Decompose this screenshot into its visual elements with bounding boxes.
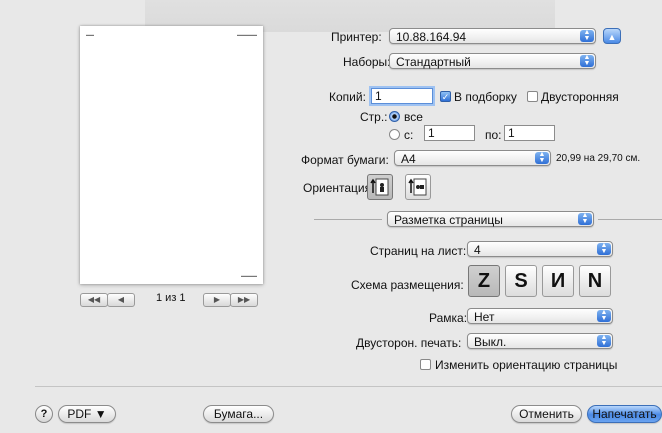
flip-orientation-label: Изменить ориентацию страницы: [435, 358, 618, 372]
layout-reverse-n-icon[interactable]: И: [542, 265, 574, 297]
popup-arrows-icon: ▲ ▼: [578, 212, 592, 225]
pages-to-field[interactable]: 1: [504, 125, 555, 141]
paper-size-value: A4: [401, 152, 416, 166]
presets-value: Стандартный: [396, 55, 471, 69]
page-preview: ▬▬ ▬▬▬▬▬ ▬▬▬▬: [80, 26, 263, 284]
help-button[interactable]: ?: [35, 405, 53, 423]
copies-field[interactable]: 1: [371, 88, 433, 104]
pages-label: Стр.:: [360, 110, 388, 124]
layout-direction-label: Схема размещения:: [351, 278, 464, 292]
collate-checkbox[interactable]: ✓: [440, 91, 451, 102]
duplex-checkbox[interactable]: [527, 91, 538, 102]
pages-per-sheet-label: Страниц на лист:: [370, 244, 467, 258]
presets-popup[interactable]: Стандартный ▲ ▼: [389, 53, 596, 69]
previous-page-button[interactable]: ◀: [107, 293, 135, 307]
paper-size-popup[interactable]: A4 ▲ ▼: [394, 150, 551, 166]
two-sided-popup[interactable]: Выкл. ▲ ▼: [467, 333, 613, 349]
footer-divider: [35, 386, 662, 387]
orientation-label: Ориентация:: [303, 181, 375, 195]
page-indicator: 1 из 1: [156, 292, 186, 304]
section-popup[interactable]: Разметка страницы ▲ ▼: [387, 211, 594, 227]
presets-label: Наборы:: [343, 55, 391, 69]
copies-label: Копий:: [329, 90, 366, 104]
border-label: Рамка:: [429, 311, 468, 325]
section-divider-left: [314, 219, 382, 220]
collate-label: В подборку: [454, 90, 517, 104]
preview-header-left: ▬▬: [86, 32, 94, 37]
paper-size-label: Формат бумаги:: [301, 153, 389, 167]
section-value: Разметка страницы: [394, 213, 503, 227]
disclosure-triangle-icon[interactable]: ▲: [603, 28, 621, 44]
border-value: Нет: [474, 310, 495, 324]
preview-header-right: ▬▬▬▬▬: [237, 32, 257, 37]
print-button[interactable]: Напечатать: [587, 405, 662, 423]
pages-per-sheet-popup[interactable]: 4 ▲ ▼: [467, 241, 613, 257]
pages-from-field[interactable]: 1: [424, 125, 475, 141]
last-page-button[interactable]: ▶▶: [230, 293, 258, 307]
pages-range-radio[interactable]: [389, 129, 400, 140]
layout-s-icon[interactable]: S: [505, 265, 537, 297]
border-popup[interactable]: Нет ▲ ▼: [467, 308, 613, 324]
pages-all-label: все: [404, 110, 423, 124]
popup-arrows-icon: ▲ ▼: [597, 242, 611, 255]
first-page-button[interactable]: ◀◀: [80, 293, 108, 307]
pages-from-label: с:: [404, 128, 414, 142]
two-sided-label: Двусторон. печать:: [356, 336, 462, 350]
paper-setup-button[interactable]: Бумага...: [203, 405, 274, 423]
pages-all-radio[interactable]: [389, 111, 400, 122]
layout-n-icon[interactable]: N: [579, 265, 611, 297]
popup-arrows-icon: ▲ ▼: [597, 334, 611, 347]
two-sided-value: Выкл.: [474, 335, 507, 349]
duplex-label: Двусторонняя: [541, 90, 619, 104]
popup-arrows-icon: ▲ ▼: [580, 29, 594, 42]
portrait-orientation-icon[interactable]: [367, 174, 393, 200]
landscape-orientation-icon[interactable]: [405, 174, 431, 200]
printer-value: 10.88.164.94: [396, 30, 467, 44]
popup-arrows-icon: ▲ ▼: [580, 54, 594, 67]
cancel-button[interactable]: Отменить: [511, 405, 582, 423]
printer-label: Принтер:: [331, 30, 382, 44]
pages-to-label: по:: [485, 128, 502, 142]
paper-size-text: 20,99 на 29,70 см.: [556, 153, 641, 164]
pdf-menu-button[interactable]: PDF ▼: [58, 405, 116, 423]
printer-popup[interactable]: 10.88.164.94 ▲ ▼: [389, 28, 596, 44]
popup-arrows-icon: ▲ ▼: [597, 309, 611, 322]
next-page-button[interactable]: ▶: [203, 293, 231, 307]
popup-arrows-icon: ▲ ▼: [535, 151, 549, 164]
flip-orientation-checkbox[interactable]: [420, 359, 431, 370]
preview-footer-right: ▬▬▬▬: [241, 273, 257, 278]
layout-z-icon[interactable]: Z: [468, 265, 500, 297]
section-divider-right: [598, 219, 662, 220]
pages-per-sheet-value: 4: [474, 243, 481, 257]
